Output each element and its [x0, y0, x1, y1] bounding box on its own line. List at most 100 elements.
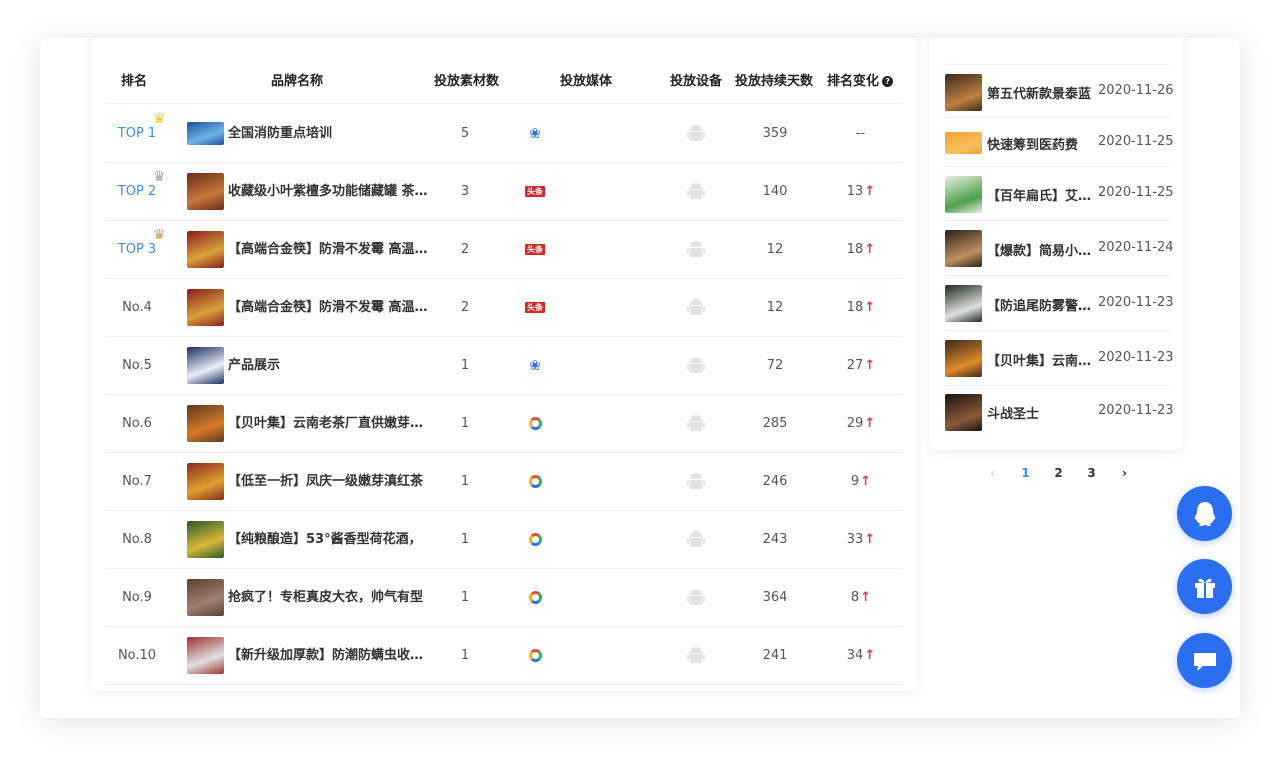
baidu-paw-icon: ❀: [529, 125, 541, 142]
recent-list-item[interactable]: 【贝叶集】云南老茶 2020-11-23: [945, 331, 1174, 386]
device-cell: [666, 221, 726, 278]
table-row[interactable]: No.6 【贝叶集】云南老茶厂直供嫩芽滇红 1 285 29 ↑: [105, 395, 903, 453]
arrow-up-icon: ↑: [864, 184, 876, 199]
device-cell: [666, 569, 726, 626]
brand-name[interactable]: 【低至一折】凤庆一级嫩芽滇红茶: [228, 453, 428, 510]
rank-label: No.5: [122, 358, 152, 373]
brand-thumbnail[interactable]: [187, 173, 224, 210]
media-cell: ❀: [505, 337, 565, 394]
rank-change-value: --: [855, 126, 866, 141]
brand-thumbnail[interactable]: [187, 579, 224, 616]
prev-page-button[interactable]: ‹: [976, 466, 1009, 480]
media-ring-icon: [528, 649, 542, 662]
brand-name[interactable]: 收藏级小叶紫檀多功能储藏罐 茶叶罐: [228, 163, 428, 220]
item-title[interactable]: 斗战圣士: [987, 403, 1092, 422]
rank-label: No.10: [117, 648, 157, 663]
rank-change: 18 ↑: [825, 221, 897, 278]
android-icon: [687, 530, 705, 549]
brand-thumbnail[interactable]: [187, 347, 224, 384]
item-thumbnail[interactable]: [945, 175, 982, 213]
media-cell: [505, 569, 565, 626]
creative-count: 1: [460, 358, 470, 373]
table-row[interactable]: No.9 抢疯了！专柜真皮大衣，帅气有型 1 364 8 ↑: [105, 569, 903, 627]
rank-cell: No.9: [105, 569, 169, 626]
recent-list-item[interactable]: 【爆款】简易小书架 2020-11-24: [945, 221, 1174, 276]
qq-contact-button[interactable]: [1177, 486, 1232, 541]
item-title[interactable]: 第五代新款景泰蓝: [987, 83, 1092, 102]
brand-thumbnail[interactable]: [187, 463, 224, 500]
item-thumbnail[interactable]: [945, 73, 982, 111]
media-cell: [505, 511, 565, 568]
recent-list-item[interactable]: 【百年扁氏】艾草贴 2020-11-25: [945, 167, 1174, 221]
item-title[interactable]: 【防追尾防雾警示灯: [987, 295, 1092, 314]
arrow-up-icon: ↑: [860, 474, 872, 489]
recent-list-item[interactable]: 斗战圣士 2020-11-23: [945, 386, 1174, 438]
item-title[interactable]: 【贝叶集】云南老茶: [987, 350, 1092, 369]
arrow-up-icon: ↑: [864, 648, 876, 663]
rank-cell: TOP 3 ♛: [105, 221, 169, 278]
page-3-button[interactable]: 3: [1075, 466, 1108, 480]
item-date: 2020-11-26: [1098, 83, 1174, 98]
creative-count: 3: [460, 184, 470, 199]
device-cell: [666, 395, 726, 452]
brand-name[interactable]: 【贝叶集】云南老茶厂直供嫩芽滇红: [228, 395, 428, 452]
table-row[interactable]: No.4 【高端合金筷】防滑不发霉 高温消毒 2 头条 12 18 ↑: [105, 279, 903, 337]
next-page-button[interactable]: ›: [1108, 466, 1141, 480]
android-icon: [687, 124, 705, 143]
page-2-button[interactable]: 2: [1042, 466, 1075, 480]
page-1-button[interactable]: 1: [1009, 466, 1042, 480]
item-title[interactable]: 快速筹到医药费: [987, 134, 1092, 153]
media-cell: [505, 395, 565, 452]
toutiao-icon: 头条: [525, 186, 545, 197]
table-row[interactable]: No.10 【新升级加厚款】防潮防螨虫收纳袋 1 241 34 ↑: [105, 627, 903, 685]
item-title[interactable]: 【爆款】简易小书架: [987, 240, 1092, 259]
rank-change-value: 33: [846, 532, 864, 547]
table-row[interactable]: No.7 【低至一折】凤庆一级嫩芽滇红茶 1 246 9 ↑: [105, 453, 903, 511]
item-date: 2020-11-25: [1098, 185, 1174, 200]
duration-days: 12: [766, 242, 784, 257]
table-row[interactable]: TOP 3 ♛ 【高端合金筷】防滑不发霉 高温消毒 2 头条 12 18 ↑: [105, 221, 903, 279]
item-thumbnail[interactable]: [945, 340, 982, 377]
item-date: 2020-11-24: [1098, 239, 1174, 255]
brand-thumbnail[interactable]: [187, 521, 224, 558]
brand-name[interactable]: 【纯粮酿造】53°酱香型荷花酒，: [228, 511, 428, 568]
table-row[interactable]: TOP 2 ♛ 收藏级小叶紫檀多功能储藏罐 茶叶罐 3 头条 140 13 ↑: [105, 163, 903, 221]
item-thumbnail[interactable]: [945, 131, 982, 154]
gift-button[interactable]: [1177, 559, 1232, 614]
brand-name[interactable]: 抢疯了！专柜真皮大衣，帅气有型: [228, 569, 428, 626]
rank-change-value: 18: [846, 242, 864, 257]
recent-list-item[interactable]: 快速筹到医药费 2020-11-25: [945, 118, 1174, 167]
table-row[interactable]: No.5 产品展示 1 ❀ 72 27 ↑: [105, 337, 903, 395]
rank-cell: TOP 2 ♛: [105, 163, 169, 220]
recent-list-item[interactable]: 【防追尾防雾警示灯 2020-11-23: [945, 276, 1174, 331]
brand-thumbnail[interactable]: [187, 289, 224, 326]
brand-thumbnail[interactable]: [187, 405, 224, 442]
item-title[interactable]: 【百年扁氏】艾草贴: [987, 185, 1092, 204]
item-thumbnail[interactable]: [945, 230, 982, 267]
table-row[interactable]: No.8 【纯粮酿造】53°酱香型荷花酒， 1 243 33 ↑: [105, 511, 903, 569]
duration-days: 241: [762, 648, 788, 663]
recent-list-item[interactable]: 第五代新款景泰蓝 2020-11-26: [945, 66, 1174, 118]
header-rank: 排名: [121, 74, 148, 89]
brand-name[interactable]: 【高端合金筷】防滑不发霉 高温消毒: [228, 279, 428, 336]
media-ring-icon: [528, 533, 542, 546]
rank-change-value: 13: [846, 184, 864, 199]
media-cell: [505, 453, 565, 510]
arrow-up-icon: ↑: [864, 532, 876, 547]
brand-name[interactable]: 全国消防重点培训: [228, 105, 428, 162]
chat-button[interactable]: [1177, 633, 1232, 688]
brand-name[interactable]: 【高端合金筷】防滑不发霉 高温消毒: [228, 221, 428, 278]
table-row[interactable]: TOP 1 ♛ 全国消防重点培训 5 ❀ 359 --: [105, 105, 903, 163]
brand-thumbnail[interactable]: [187, 122, 224, 145]
item-thumbnail[interactable]: [945, 393, 982, 431]
brand-name[interactable]: 产品展示: [228, 337, 428, 394]
rank-change: 33 ↑: [825, 511, 897, 568]
brand-thumbnail[interactable]: [187, 231, 224, 268]
crown-icon: ♛: [153, 169, 166, 185]
media-ring-icon: [528, 475, 542, 488]
help-icon[interactable]: ?: [882, 76, 894, 87]
duration-days: 246: [762, 474, 788, 489]
brand-name[interactable]: 【新升级加厚款】防潮防螨虫收纳袋: [228, 627, 428, 684]
brand-thumbnail[interactable]: [187, 637, 224, 674]
item-thumbnail[interactable]: [945, 285, 982, 322]
